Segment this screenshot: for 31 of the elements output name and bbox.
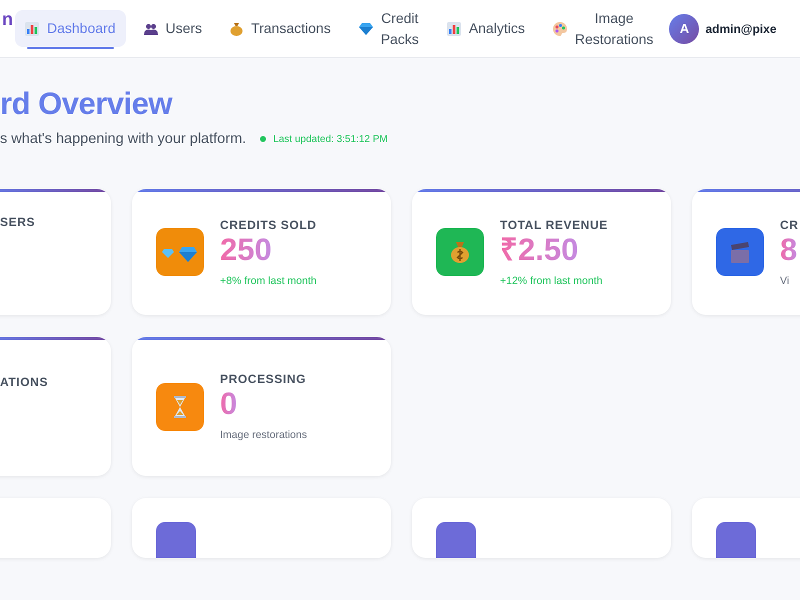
nav-tab[interactable]: Users [134,10,212,47]
user-email: admin@pixe [705,22,776,36]
money-bag-icon [230,22,244,36]
money-bag-icon [451,242,469,263]
status-dot [260,136,266,142]
stat-note: Vi [780,274,790,286]
stat-note: Image restorations [220,429,307,441]
stat-label: PROCESSING [220,372,307,386]
diamonds-icon [162,247,197,262]
diamond-icon [358,22,373,34]
stat-label: CR [780,218,799,232]
nav-tab[interactable]: Image Restorations [542,0,664,58]
palette-icon [552,22,567,36]
stat-note: +12% from last month [500,274,604,286]
bar-chart-icon [25,22,39,36]
hourglass-icon [174,396,186,418]
nav-tab[interactable]: Analytics [436,10,535,47]
user-avatar[interactable]: A [669,14,700,44]
people-icon [144,22,158,34]
stat-label: SERS [0,215,36,229]
stat-label: ATIONS [0,375,48,389]
stat-label: TOTAL REVENUE [500,218,608,232]
nav-tab[interactable]: Credit Packs [348,0,429,58]
bar-chart-icon [446,22,461,36]
stat-note: +8% from last month [220,274,317,286]
clapperboard-icon [731,242,749,263]
stat-label: CREDITS SOLD [220,218,317,232]
page-title: rd Overview [0,86,174,122]
last-updated-text: Last updated: 3:51:12 PM [273,134,388,144]
page-subtitle: s what's happening with your platform. [0,131,246,147]
nav-tab[interactable]: Transactions [220,10,341,47]
